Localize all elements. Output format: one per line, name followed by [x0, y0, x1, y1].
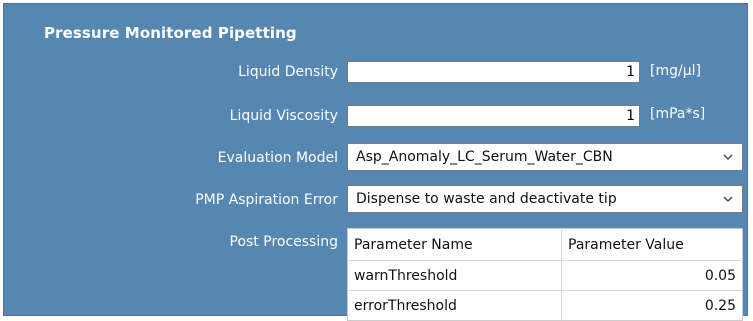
parameter-value-cell[interactable]: 0.05	[562, 261, 742, 290]
table-row[interactable]: warnThreshold 0.05	[348, 261, 742, 291]
liquid-viscosity-unit: [mPa*s]	[650, 106, 706, 122]
parameter-name-cell[interactable]: warnThreshold	[348, 261, 562, 290]
liquid-density-input[interactable]: 1	[347, 61, 640, 83]
liquid-viscosity-input[interactable]: 1	[347, 105, 640, 127]
liquid-density-unit: [mg/µl]	[650, 63, 701, 79]
section-title: Pressure Monitored Pipetting	[44, 24, 297, 42]
post-processing-table: Parameter Name Parameter Value warnThres…	[347, 228, 743, 321]
liquid-viscosity-label: Liquid Viscosity	[229, 108, 338, 124]
pmp-aspiration-error-value: Dispense to waste and deactivate tip	[356, 191, 617, 207]
evaluation-model-select[interactable]: Asp_Anomaly_LC_Serum_Water_CBN	[347, 143, 743, 171]
liquid-density-label: Liquid Density	[238, 64, 338, 80]
table-row[interactable]: errorThreshold 0.25	[348, 291, 742, 320]
evaluation-model-value: Asp_Anomaly_LC_Serum_Water_CBN	[356, 149, 613, 165]
chevron-down-icon	[723, 144, 733, 170]
column-header-parameter-name[interactable]: Parameter Name	[348, 229, 562, 260]
pmp-aspiration-error-select[interactable]: Dispense to waste and deactivate tip	[347, 185, 743, 213]
chevron-down-icon	[723, 186, 733, 212]
pmp-aspiration-error-label: PMP Aspiration Error	[195, 192, 338, 208]
pmp-settings-panel: Pressure Monitored Pipetting Liquid Dens…	[0, 0, 753, 321]
table-header-row: Parameter Name Parameter Value	[348, 229, 742, 261]
parameter-value-cell[interactable]: 0.25	[562, 291, 742, 320]
post-processing-label: Post Processing	[229, 234, 339, 250]
parameter-name-cell[interactable]: errorThreshold	[348, 291, 562, 320]
column-header-parameter-value[interactable]: Parameter Value	[562, 229, 742, 260]
evaluation-model-label: Evaluation Model	[217, 150, 338, 166]
